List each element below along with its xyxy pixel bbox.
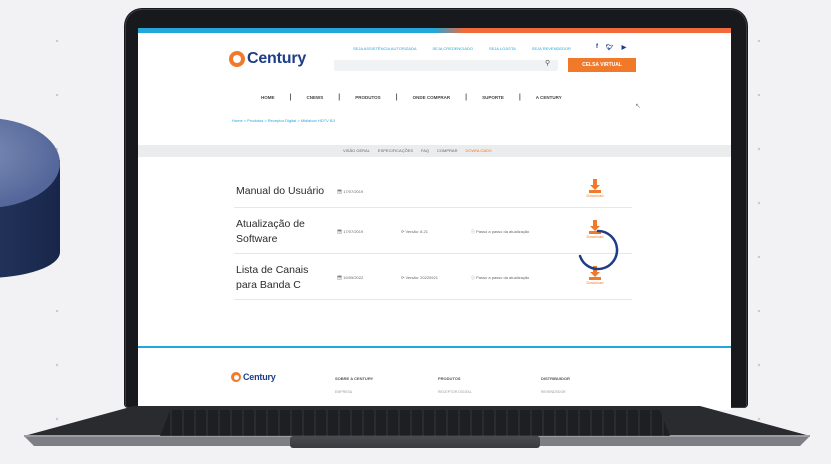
breadcrumb[interactable]: Home > Produtos > Receptor Digital > Mid… [232,118,335,123]
download-row-manual: Manual do Usuário 📅︎ 17/07/2019 Download [234,175,632,208]
highlight-ring [578,229,619,271]
download-row-software: Atualização de Software 📅︎ 17/07/2019 ⟳ V… [234,208,632,254]
keyboard [160,410,670,436]
century-logo-mark-icon [229,51,245,67]
nav-item-onde-comprar[interactable]: ONDE COMPRAR [398,95,466,100]
cta-button[interactable]: CELSA VIRTUAL [568,58,636,72]
tab-visao-geral[interactable]: VISÃO GERAL [343,148,370,153]
nav-item-suporte[interactable]: SUPORTE [467,95,519,100]
top-link-revendedor[interactable]: SEJA REVENDEDOR [532,46,571,51]
nav-item-produtos[interactable]: PRODUTOS [340,95,395,100]
facebook-icon[interactable]: f [596,44,598,51]
download-title: Atualização de Software [236,218,305,245]
twitter-icon[interactable]: 🐦︎ [606,44,614,51]
download-date: 📅︎ 17/07/2019 [337,189,364,194]
footer-col-title[interactable]: SOBRE A CENTURY [335,376,373,381]
search-icon[interactable]: ⚲ [545,59,550,67]
mouse-cursor-icon: ↖ [635,103,641,110]
main-nav: HOME | CNEWS | PRODUTOS | ONDE COMPRAR |… [246,94,577,101]
top-links: SEJA ASSISTÊNCIA AUTORIZADA SEJA CREDENC… [353,46,571,51]
download-date: 📅︎ 17/07/2019 [337,229,364,234]
footer-col-link[interactable]: EMPRESA [335,390,352,394]
downloads-list: Manual do Usuário 📅︎ 17/07/2019 Download… [234,175,632,300]
download-title: Manual do Usuário [236,185,325,197]
nav-item-a-century[interactable]: A CENTURY [521,95,577,100]
century-logo-mark-icon [231,372,241,382]
top-link-assistencia[interactable]: SEJA ASSISTÊNCIA AUTORIZADA [353,46,417,51]
footer-logo[interactable]: Century [231,372,276,382]
top-link-lojista[interactable]: SEJA LOJISTA [489,46,516,51]
top-link-credenciado[interactable]: SEJA CREDENCIADO [433,46,473,51]
download-date: 📅︎ 19/09/2022 [337,275,364,280]
nav-item-home[interactable]: HOME [246,95,290,100]
search-input[interactable] [334,60,558,71]
tab-especificacoes[interactable]: ESPECIFICAÇÕES [378,148,413,153]
download-row-canais: Lista de Canais para Banda C 📅︎ 19/09/202… [234,254,632,300]
social-links: f 🐦︎ ▶ [596,44,626,51]
download-version: ⟳ Versão: 20220921 [401,275,438,280]
tab-comprar[interactable]: COMPRAR [437,148,457,153]
footer-col-link[interactable]: RECEPTOR DIGITAL [438,390,472,394]
century-logo[interactable]: Century [229,50,306,68]
laptop-screen: Century SEJA ASSISTÊNCIA AUTORIZADA SEJA… [138,28,731,410]
download-icon [589,179,601,193]
footer-col-link[interactable]: REVENDEDOR [541,390,566,394]
tab-downloads[interactable]: DOWNLOADS [466,148,492,153]
top-color-bar [138,28,731,33]
download-title: Lista de Canais para Banda C [236,264,309,291]
decorative-disc [0,118,60,293]
tab-faq[interactable]: FAQ [421,148,429,153]
download-note[interactable]: ⓘ Passo a passo da atualização [471,229,529,235]
nav-item-cnews[interactable]: CNEWS [291,95,338,100]
youtube-icon[interactable]: ▶ [622,44,627,51]
product-tabs: VISÃO GERAL ESPECIFICAÇÕES FAQ COMPRAR D… [343,148,492,153]
footer-col-title[interactable]: DISTRIBUIDOR [541,376,570,381]
footer-divider [138,346,731,348]
download-version: ⟳ Versão: 8.21 [401,229,428,234]
footer-col-title[interactable]: PRODUTOS [438,376,461,381]
trackpad [290,436,540,448]
logo-text: Century [247,50,307,67]
download-button[interactable]: Download [582,179,608,198]
download-note[interactable]: ⓘ Passo a passo da atualização [471,275,529,281]
